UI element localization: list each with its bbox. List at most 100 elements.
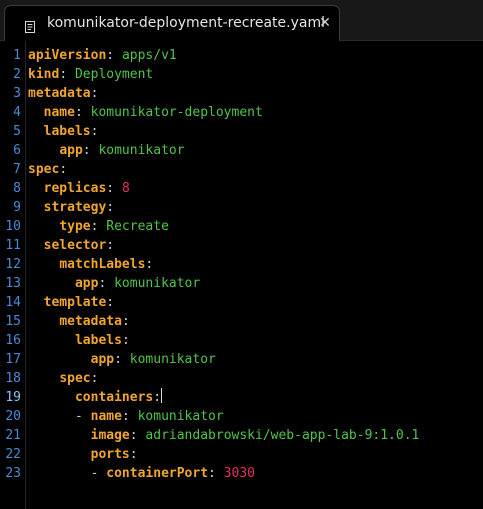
- yaml-key: app: [90, 352, 115, 367]
- yaml-key: metadata: [59, 314, 122, 329]
- code-text: selector:: [28, 236, 114, 255]
- code-text: name: komunikator-deployment: [28, 103, 263, 122]
- code-line[interactable]: 4 name: komunikator-deployment: [0, 103, 483, 122]
- yaml-value: Deployment: [74, 67, 154, 82]
- yaml-key: spec: [59, 371, 91, 386]
- code-line[interactable]: 1 apiVersion: apps/v1: [0, 46, 483, 65]
- code-text: app: komunikator: [28, 350, 216, 369]
- code-line[interactable]: 18 spec:: [0, 369, 483, 388]
- line-number: 9: [13, 200, 21, 215]
- code-line[interactable]: 23 - containerPort: 3030: [0, 464, 483, 483]
- yaml-colon: :: [121, 314, 130, 329]
- line-number: 8: [13, 181, 21, 196]
- yaml-colon: :: [145, 257, 154, 272]
- code-line[interactable]: 15 metadata:: [0, 312, 483, 331]
- yaml-colon: :: [106, 48, 115, 63]
- code-text: image: adriandabrowski/web-app-lab-9:1.0…: [28, 426, 420, 445]
- yaml-value: komunikator: [114, 276, 201, 291]
- code-line[interactable]: 14 template:: [0, 293, 483, 312]
- yaml-key: apiVersion: [28, 48, 107, 63]
- yaml-colon: :: [74, 105, 83, 120]
- line-number: 7: [13, 162, 21, 177]
- yaml-colon: :: [129, 447, 138, 462]
- code-text: kind: Deployment: [28, 65, 153, 84]
- code-line[interactable]: 2 kind: Deployment: [0, 65, 483, 84]
- code-text: labels:: [28, 122, 99, 141]
- code-editor[interactable]: 1 apiVersion: apps/v1 2 kind: Deployment 3 me…: [0, 41, 483, 509]
- code-line[interactable]: 8 replicas: 8: [0, 179, 483, 198]
- line-number: 13: [5, 276, 21, 291]
- yaml-value: 8: [121, 181, 130, 196]
- line-number: 21: [5, 428, 21, 443]
- code-text: containers:: [28, 388, 163, 407]
- line-number: 6: [13, 143, 21, 158]
- yaml-colon: :: [90, 371, 99, 386]
- yaml-key: containerPort: [106, 466, 209, 481]
- yaml-key: labels: [74, 333, 122, 348]
- line-number: 3: [13, 86, 21, 101]
- close-icon[interactable]: ✕: [317, 15, 333, 31]
- line-number: 10: [5, 219, 21, 234]
- yaml-colon: :: [98, 276, 107, 291]
- yaml-colon: :: [59, 67, 68, 82]
- code-line[interactable]: 3 metadata:: [0, 84, 483, 103]
- code-text: template:: [28, 293, 114, 312]
- line-number: 1: [13, 48, 21, 63]
- code-text: type: Recreate: [28, 217, 169, 236]
- yaml-key: selector: [43, 238, 107, 253]
- yaml-key: ports: [90, 447, 130, 462]
- yaml-value: komunikator: [98, 143, 185, 158]
- yaml-colon: :: [106, 238, 115, 253]
- line-number: 16: [5, 333, 21, 348]
- code-text: spec:: [28, 160, 67, 179]
- line-number: 22: [5, 447, 21, 462]
- yaml-value: 3030: [223, 466, 255, 481]
- yaml-colon: :: [121, 409, 130, 424]
- yaml-key: app: [59, 143, 83, 158]
- line-number: 2: [13, 67, 21, 82]
- code-text: app: komunikator: [28, 141, 185, 160]
- code-line[interactable]: 17 app: komunikator: [0, 350, 483, 369]
- code-line[interactable]: 21 image: adriandabrowski/web-app-lab-9:…: [0, 426, 483, 445]
- code-line[interactable]: 11 selector:: [0, 236, 483, 255]
- code-line[interactable]: 10 type: Recreate: [0, 217, 483, 236]
- tab-bar: komunikator-deployment-recreate.yaml ✕: [0, 0, 483, 41]
- yaml-colon: :: [106, 200, 115, 215]
- code-line[interactable]: 20 - name: komunikator: [0, 407, 483, 426]
- line-number: 17: [5, 352, 21, 367]
- code-text: ports:: [28, 445, 138, 464]
- code-line[interactable]: 9 strategy:: [0, 198, 483, 217]
- yaml-value: apps/v1: [121, 48, 177, 63]
- code-line[interactable]: 16 labels:: [0, 331, 483, 350]
- tab-komunikator-deployment-recreate[interactable]: komunikator-deployment-recreate.yaml ✕: [4, 5, 340, 41]
- yaml-colon: :: [82, 143, 91, 158]
- yaml-key: replicas: [43, 181, 107, 196]
- code-text: app: komunikator: [28, 274, 200, 293]
- code-line[interactable]: 22 ports:: [0, 445, 483, 464]
- yaml-key: template: [43, 295, 107, 310]
- line-number: 11: [5, 238, 21, 253]
- yaml-key: image: [90, 428, 130, 443]
- code-line[interactable]: 7 spec:: [0, 160, 483, 179]
- code-line[interactable]: 6 app: komunikator: [0, 141, 483, 160]
- yaml-key: strategy: [43, 200, 107, 215]
- code-text: labels:: [28, 331, 130, 350]
- yaml-colon: :: [129, 428, 138, 443]
- line-number: 23: [5, 466, 21, 481]
- line-number: 18: [5, 371, 21, 386]
- code-text: - name: komunikator: [28, 407, 224, 426]
- code-line[interactable]: 19 containers:: [0, 388, 483, 407]
- code-line[interactable]: 5 labels:: [0, 122, 483, 141]
- code-line[interactable]: 12 matchLabels:: [0, 255, 483, 274]
- code-line[interactable]: 13 app: komunikator: [0, 274, 483, 293]
- line-number: 4: [13, 105, 21, 120]
